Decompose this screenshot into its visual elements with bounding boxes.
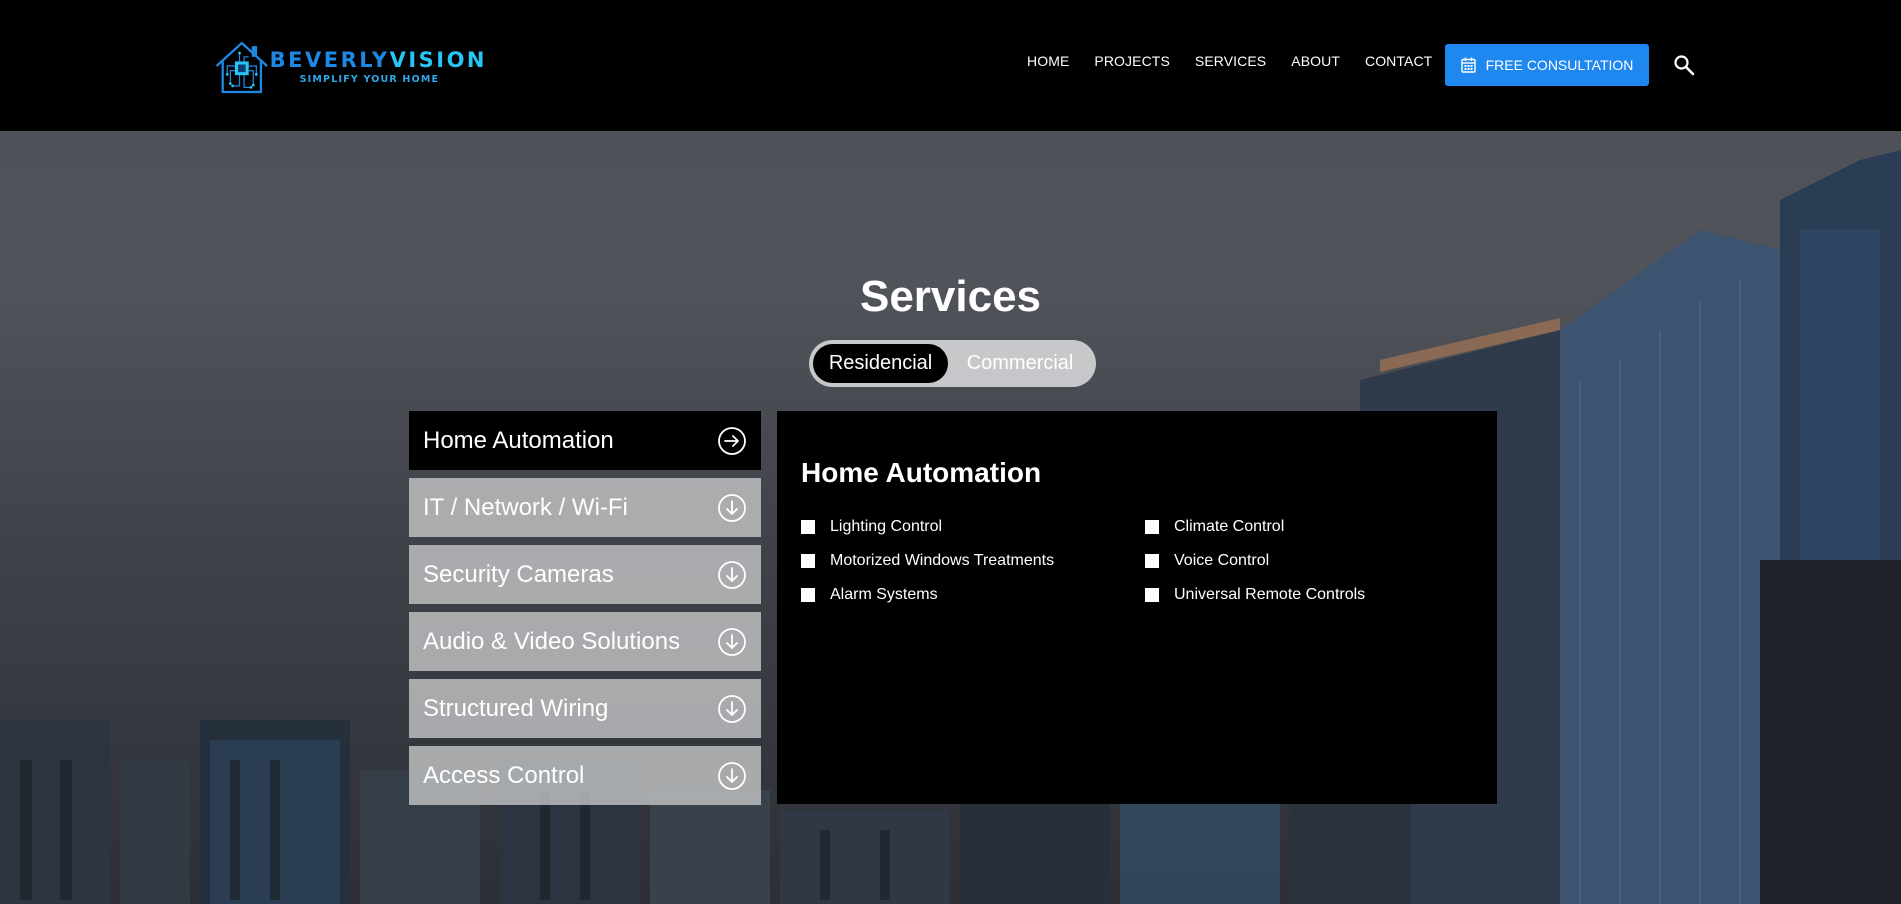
tab-home-automation[interactable]: Home Automation xyxy=(409,411,761,470)
site-logo[interactable]: BEVERLYVISION SIMPLIFY YOUR HOME xyxy=(212,28,487,104)
square-bullet-icon xyxy=(801,588,815,602)
tab-it-network-wifi[interactable]: IT / Network / Wi-Fi xyxy=(409,478,761,537)
tab-security-cameras[interactable]: Security Cameras xyxy=(409,545,761,604)
arrow-down-circle-icon xyxy=(718,761,746,790)
toggle-commercial[interactable]: Commercial xyxy=(948,344,1092,383)
feature-label: Voice Control xyxy=(1174,552,1270,569)
tab-label: Structured Wiring xyxy=(423,694,609,722)
panel-title: Home Automation xyxy=(801,457,1042,488)
square-bullet-icon xyxy=(801,520,815,534)
tab-label: Security Cameras xyxy=(423,560,614,588)
arrow-down-circle-icon xyxy=(718,694,746,723)
logo-brand-text: BEVERLYVISION xyxy=(270,48,487,72)
tab-structured-wiring[interactable]: Structured Wiring xyxy=(409,679,761,738)
feature-item: Alarm Systems xyxy=(801,585,1145,605)
main-nav: HOME PROJECTS SERVICES ABOUT CONTACT xyxy=(1027,53,1432,69)
arrow-right-circle-icon xyxy=(718,426,746,455)
house-chip-logo-icon xyxy=(215,41,268,94)
tab-access-control[interactable]: Access Control xyxy=(409,746,761,805)
feature-list: Lighting Control Climate Control Motoriz… xyxy=(801,517,1473,605)
feature-label: Motorized Windows Treatments xyxy=(830,552,1055,569)
feature-label: Lighting Control xyxy=(830,518,943,535)
square-bullet-icon xyxy=(1145,520,1159,534)
square-bullet-icon xyxy=(801,554,815,568)
nav-services[interactable]: SERVICES xyxy=(1195,53,1266,69)
services-title: Services xyxy=(859,272,1042,321)
nav-projects[interactable]: PROJECTS xyxy=(1094,53,1169,69)
square-bullet-icon xyxy=(1145,554,1159,568)
nav-home[interactable]: HOME xyxy=(1027,53,1069,69)
logo-tagline: SIMPLIFY YOUR HOME xyxy=(299,73,440,85)
arrow-down-circle-icon xyxy=(718,627,746,656)
search-icon[interactable] xyxy=(1673,54,1695,76)
logo-brand-part2: VISION xyxy=(389,47,487,72)
calendar-icon xyxy=(1460,57,1476,73)
feature-item: Climate Control xyxy=(1145,517,1445,537)
arrow-down-circle-icon xyxy=(718,493,746,522)
service-tabs: Home Automation IT / Network / Wi-Fi Sec… xyxy=(409,411,761,813)
square-bullet-icon xyxy=(1145,588,1159,602)
tab-label: IT / Network / Wi-Fi xyxy=(423,493,628,521)
feature-label: Climate Control xyxy=(1174,518,1285,535)
feature-item: Lighting Control xyxy=(801,517,1145,537)
tab-label: Home Automation xyxy=(423,426,614,454)
tab-label: Access Control xyxy=(423,761,585,789)
tab-audio-video-solutions[interactable]: Audio & Video Solutions xyxy=(409,612,761,671)
site-header: BEVERLYVISION SIMPLIFY YOUR HOME HOME PR… xyxy=(0,0,1901,131)
residential-commercial-toggle: Residencial Commercial xyxy=(809,340,1096,387)
service-detail-panel: Home Automation Lighting Control Climate… xyxy=(777,411,1497,804)
feature-label: Alarm Systems xyxy=(830,586,938,603)
feature-item: Motorized Windows Treatments xyxy=(801,551,1145,571)
toggle-residential[interactable]: Residencial xyxy=(813,344,949,383)
free-consultation-label: FREE CONSULTATION xyxy=(1485,57,1634,73)
arrow-down-circle-icon xyxy=(718,560,746,589)
free-consultation-button[interactable]: FREE CONSULTATION xyxy=(1445,44,1649,86)
feature-label: Universal Remote Controls xyxy=(1174,586,1366,603)
logo-brand-part1: BEVERLY xyxy=(269,47,390,72)
feature-item: Voice Control xyxy=(1145,551,1445,571)
nav-about[interactable]: ABOUT xyxy=(1291,53,1340,69)
tab-label: Audio & Video Solutions xyxy=(423,627,681,655)
nav-contact[interactable]: CONTACT xyxy=(1365,53,1432,69)
feature-item: Universal Remote Controls xyxy=(1145,585,1445,605)
